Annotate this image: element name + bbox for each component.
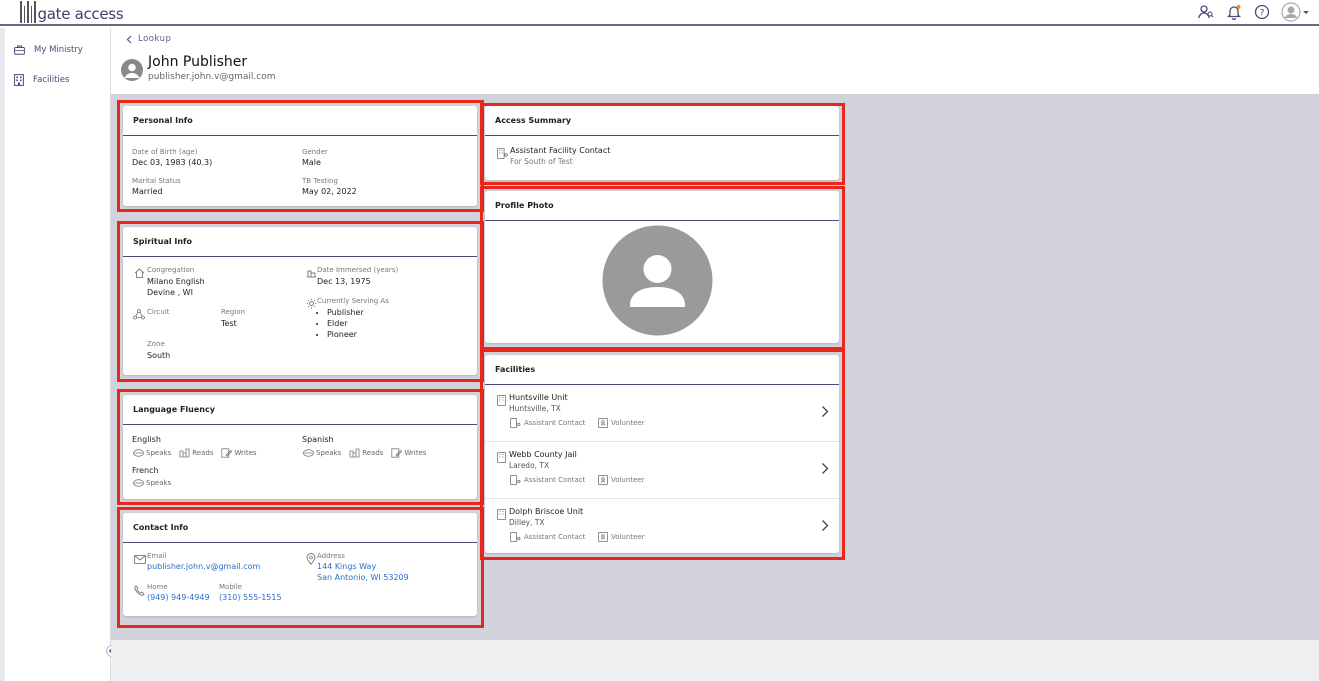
sidebar-strip (0, 28, 5, 681)
highlight-access-summary (480, 103, 845, 185)
highlight-contact-info (117, 507, 484, 628)
highlight-personal-info (117, 100, 484, 212)
logo-text: gate access (37, 5, 124, 23)
sidebar (0, 28, 111, 681)
top-bar: gate access ? (0, 0, 1319, 26)
back-label: Lookup (138, 34, 172, 44)
logo-bars-icon (20, 1, 36, 23)
chevron-left-icon (126, 35, 132, 43)
briefcase-icon (14, 45, 25, 55)
sidebar-item-label: Facilities (33, 75, 70, 85)
user-lookup-icon[interactable] (1197, 3, 1215, 21)
sidebar-item-facilities[interactable]: Facilities (14, 74, 69, 86)
highlight-facilities (480, 349, 845, 560)
user-email: publisher.john.v@gmail.com (148, 72, 276, 82)
sidebar-item-my-ministry[interactable]: My Ministry (14, 45, 83, 55)
account-menu-icon[interactable] (1281, 2, 1309, 22)
svg-text:?: ? (1260, 9, 1265, 19)
person-icon (124, 63, 140, 78)
bell-icon[interactable] (1225, 3, 1243, 21)
help-icon[interactable]: ? (1253, 3, 1271, 21)
highlight-language-fluency (117, 389, 484, 505)
sidebar-item-label: My Ministry (34, 45, 83, 55)
user-name: John Publisher (148, 54, 248, 70)
gate-access-logo[interactable]: gate access (20, 1, 124, 23)
page-header: Lookup John Publisher publisher.john.v@g… (111, 28, 1319, 94)
building-icon (14, 74, 24, 86)
user-avatar (121, 59, 143, 81)
highlight-profile-photo (480, 186, 845, 350)
back-to-lookup-link[interactable]: Lookup (126, 34, 171, 44)
footer-band (111, 640, 1319, 681)
highlight-spiritual-info (117, 221, 484, 382)
